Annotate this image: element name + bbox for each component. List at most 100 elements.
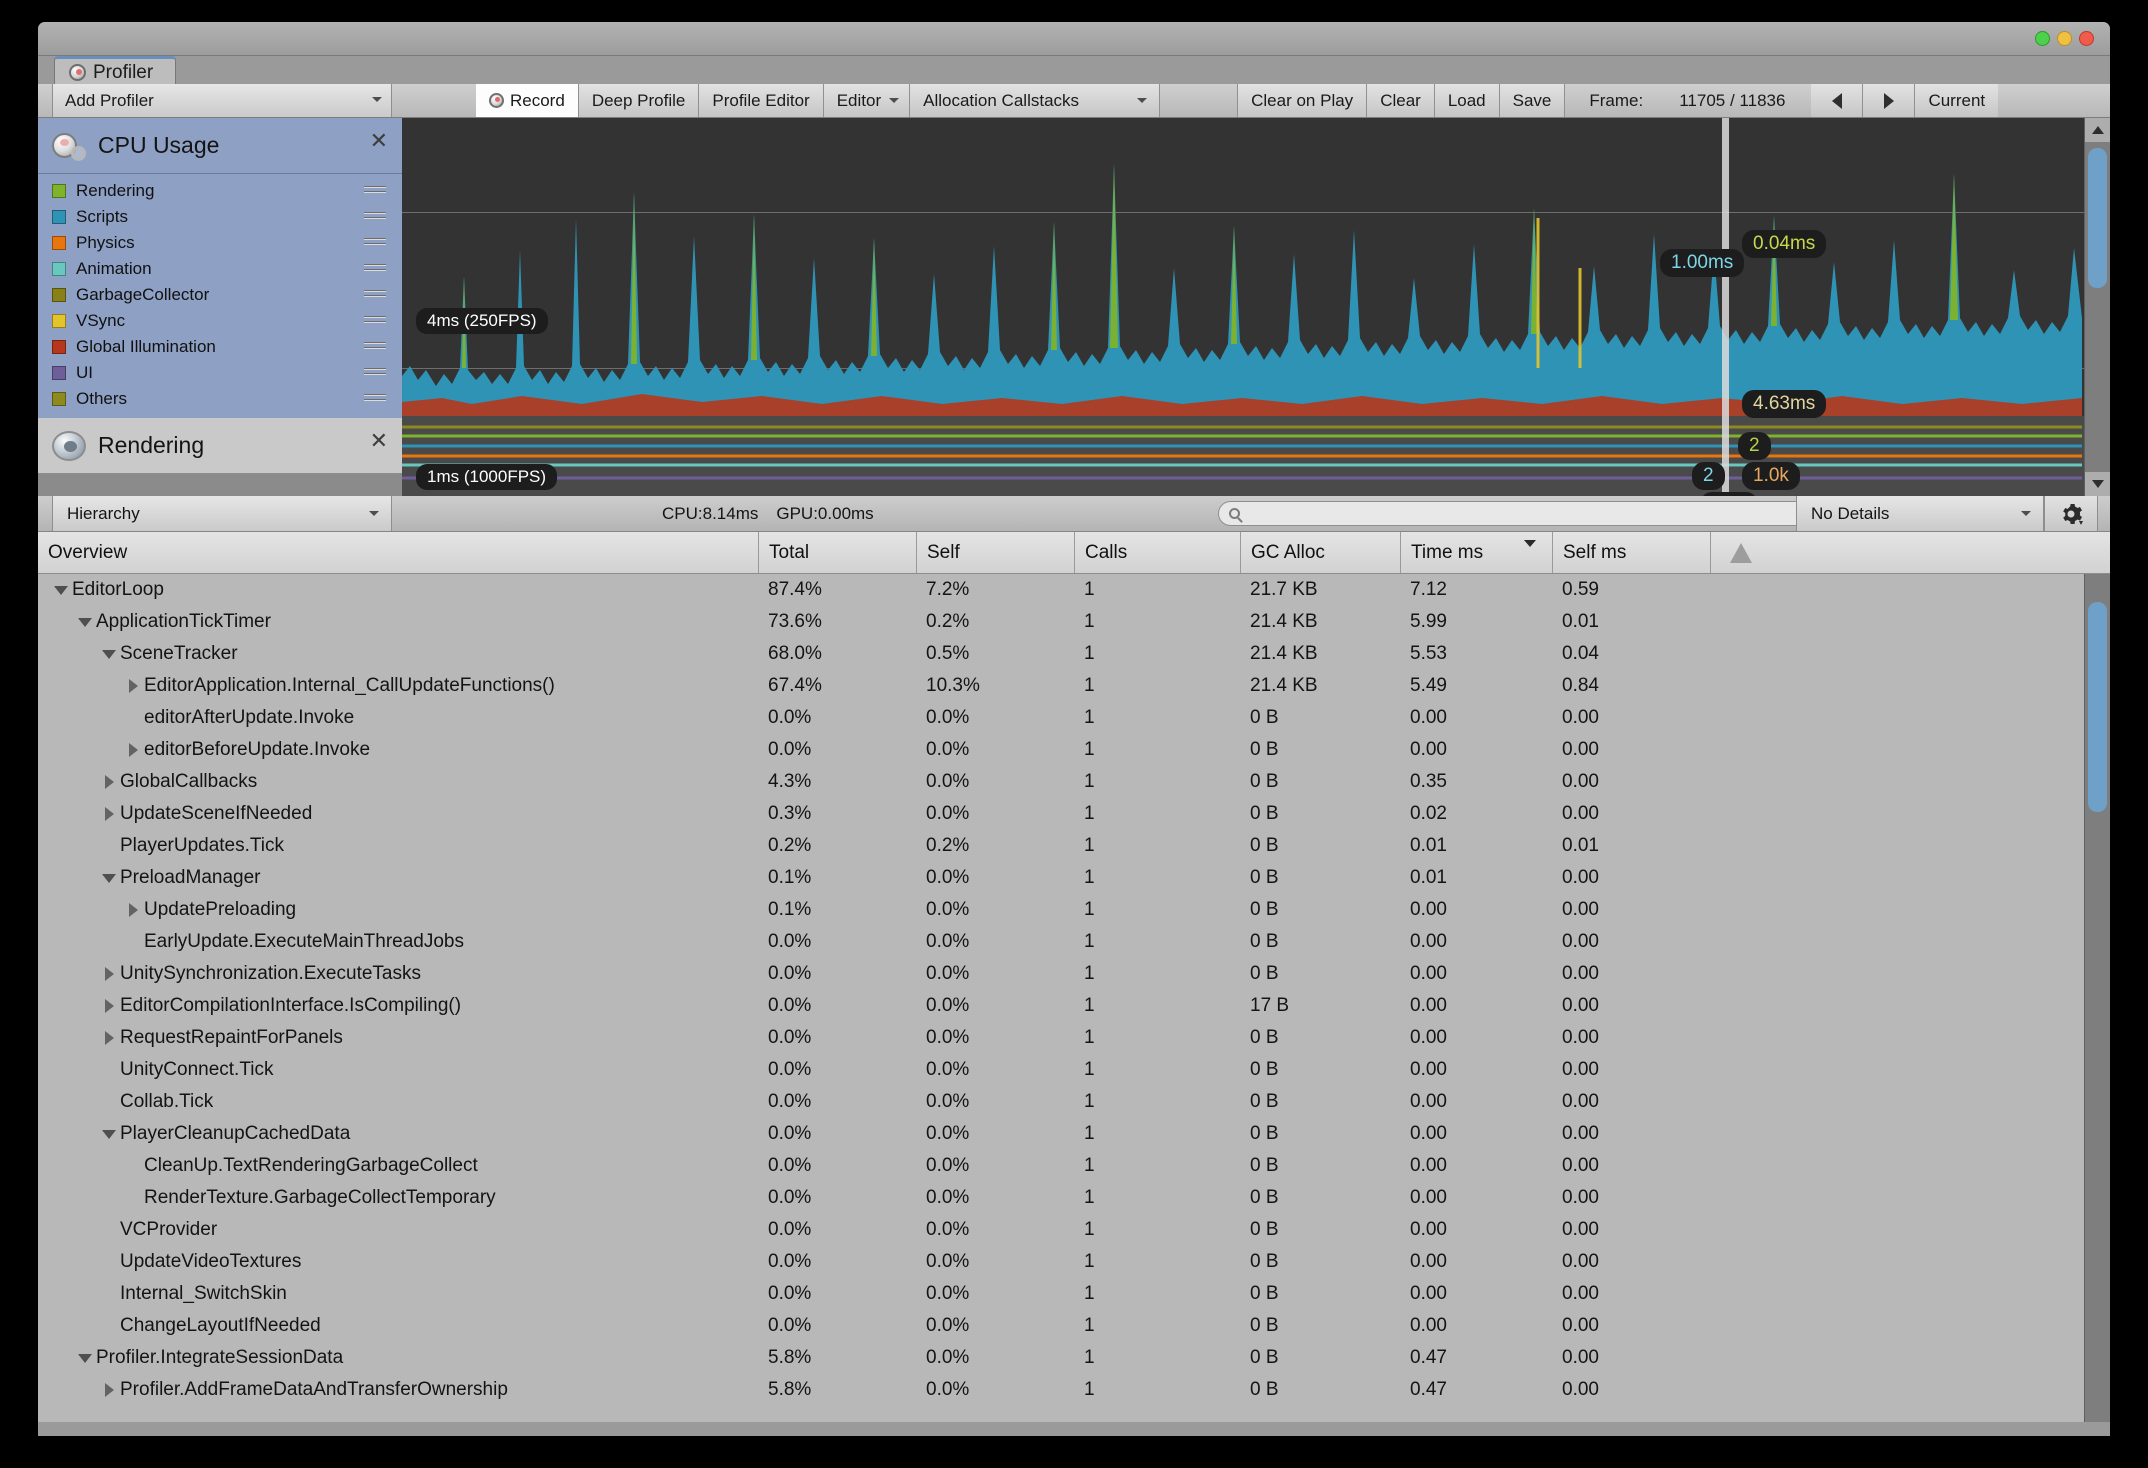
cpu-usage-graph[interactable]: 4ms (250FPS) 1ms (1000FPS) 1.00ms 0.04ms… — [402, 118, 2084, 490]
current-frame-button[interactable]: Current — [1915, 84, 1999, 117]
table-row[interactable]: ChangeLayoutIfNeeded 0.0% 0.0% 1 0 B 0.00 0.00 — [38, 1310, 2110, 1342]
chart-canvas[interactable]: 4ms (250FPS) 1ms (1000FPS) 1.00ms 0.04ms… — [402, 118, 2084, 496]
table-row[interactable]: RenderTexture.GarbageCollectTemporary 0.0… — [38, 1182, 2110, 1214]
close-icon[interactable]: ✕ — [370, 430, 388, 452]
rendering-module[interactable]: Rendering ✕ — [38, 418, 402, 474]
add-profiler-dropdown[interactable]: Add Profiler — [52, 84, 392, 117]
column-header-gc-alloc[interactable]: GC Alloc — [1240, 532, 1400, 573]
details-dropdown[interactable]: No Details — [1796, 496, 2044, 531]
drag-handle-icon[interactable] — [364, 212, 386, 222]
window-controls[interactable] — [2035, 31, 2094, 46]
legend-item-animation[interactable]: Animation — [38, 256, 402, 282]
table-row[interactable]: editorAfterUpdate.Invoke 0.0% 0.0% 1 0 B 0.00… — [38, 702, 2110, 734]
table-row[interactable]: EditorCompilationInterface.IsCompiling()… — [38, 990, 2110, 1022]
legend-item-scripts[interactable]: Scripts — [38, 204, 402, 230]
legend-item-rendering[interactable]: Rendering — [38, 178, 402, 204]
chart-scroll-thumb[interactable] — [2088, 148, 2107, 288]
scroll-up-button[interactable] — [2085, 118, 2110, 142]
twisty-toggle[interactable] — [74, 1353, 96, 1363]
table-row[interactable]: SceneTracker 68.0% 0.5% 1 21.4 KB 5.53 0.04 — [38, 638, 2110, 670]
drag-handle-icon[interactable] — [364, 342, 386, 352]
previous-frame-button[interactable] — [1811, 84, 1864, 117]
tab-profiler[interactable]: Profiler — [54, 56, 177, 86]
table-row[interactable]: UpdateVideoTextures 0.0% 0.0% 1 0 B 0.00 0.00 — [38, 1246, 2110, 1278]
table-row[interactable]: UpdatePreloading 0.1% 0.0% 1 0 B 0.00 0.00 — [38, 894, 2110, 926]
twisty-toggle[interactable] — [122, 679, 144, 693]
table-row[interactable]: EditorApplication.Internal_CallUpdateFun… — [38, 670, 2110, 702]
table-scrollbar[interactable] — [2084, 574, 2110, 1422]
twisty-toggle[interactable] — [74, 617, 96, 627]
table-row[interactable]: Profiler.AddFrameDataAndTransferOwnershi… — [38, 1374, 2110, 1406]
table-row[interactable]: RequestRepaintForPanels 0.0% 0.0% 1 0 B 0.00 0… — [38, 1022, 2110, 1054]
record-button[interactable]: Record — [476, 84, 579, 117]
minimize-button[interactable] — [2057, 31, 2072, 46]
clear-button[interactable]: Clear — [1367, 84, 1435, 117]
twisty-toggle[interactable] — [98, 1031, 120, 1045]
table-row[interactable]: Profiler.IntegrateSessionData 5.8% 0.0% 1 0 … — [38, 1342, 2110, 1374]
drag-handle-icon[interactable] — [364, 264, 386, 274]
drag-handle-icon[interactable] — [364, 368, 386, 378]
drag-handle-icon[interactable] — [364, 394, 386, 404]
column-header-time-ms[interactable]: Time ms — [1400, 532, 1552, 573]
clear-on-play-button[interactable]: Clear on Play — [1238, 84, 1368, 117]
drag-handle-icon[interactable] — [364, 238, 386, 248]
twisty-toggle[interactable] — [98, 1129, 120, 1139]
table-row[interactable]: UnityConnect.Tick 0.0% 0.0% 1 0 B 0.00 0.00 — [38, 1054, 2110, 1086]
drag-handle-icon[interactable] — [364, 290, 386, 300]
twisty-toggle[interactable] — [98, 775, 120, 789]
twisty-toggle[interactable] — [50, 585, 72, 595]
table-row[interactable]: PreloadManager 0.1% 0.0% 1 0 B 0.01 0.00 — [38, 862, 2110, 894]
deep-profile-button[interactable]: Deep Profile — [578, 84, 700, 117]
column-header-total[interactable]: Total — [758, 532, 916, 573]
table-row[interactable]: editorBeforeUpdate.Invoke 0.0% 0.0% 1 0 B 0.0… — [38, 734, 2110, 766]
search-field[interactable] — [1218, 501, 1818, 526]
table-row[interactable]: EarlyUpdate.ExecuteMainThreadJobs 0.0% 0.0… — [38, 926, 2110, 958]
table-row[interactable]: PlayerCleanupCachedData 0.0% 0.0% 1 0 B 0.00 0… — [38, 1118, 2110, 1150]
rendering-graph[interactable]: 2 2 1.0k 4.1k — [402, 416, 2084, 496]
table-scroll-thumb[interactable] — [2088, 602, 2107, 812]
profile-editor-button[interactable]: Profile Editor — [699, 84, 824, 117]
twisty-toggle[interactable] — [98, 649, 120, 659]
chart-scrollbar[interactable] — [2084, 118, 2110, 496]
drag-handle-icon[interactable] — [364, 316, 386, 326]
column-header-overview[interactable]: Overview — [38, 532, 758, 573]
next-frame-button[interactable] — [1863, 84, 1916, 117]
twisty-toggle[interactable] — [122, 903, 144, 917]
close-button[interactable] — [2079, 31, 2094, 46]
search-input[interactable] — [1248, 503, 1788, 524]
table-row[interactable]: UpdateSceneIfNeeded 0.3% 0.0% 1 0 B 0.02 0.00 — [38, 798, 2110, 830]
zoom-button[interactable] — [2035, 31, 2050, 46]
table-row[interactable]: EditorLoop 87.4% 7.2% 1 21.7 KB 7.12 0.59 — [38, 574, 2110, 606]
twisty-toggle[interactable] — [98, 807, 120, 821]
hierarchy-table[interactable]: EditorLoop 87.4% 7.2% 1 21.7 KB 7.12 0.59 Appli… — [38, 574, 2110, 1422]
twisty-toggle[interactable] — [122, 743, 144, 757]
table-row[interactable]: CleanUp.TextRenderingGarbageCollect 0.0% 0… — [38, 1150, 2110, 1182]
table-row[interactable]: GlobalCallbacks 4.3% 0.0% 1 0 B 0.35 0.00 — [38, 766, 2110, 798]
legend-item-vsync[interactable]: VSync — [38, 308, 402, 334]
legend-item-global-illumination[interactable]: Global Illumination — [38, 334, 402, 360]
column-header-self[interactable]: Self — [916, 532, 1074, 573]
settings-button[interactable] — [2044, 496, 2098, 531]
table-row[interactable]: Internal_SwitchSkin 0.0% 0.0% 1 0 B 0.00 0.00 — [38, 1278, 2110, 1310]
column-header-warnings[interactable] — [1710, 532, 1770, 573]
callstacks-dropdown[interactable]: Allocation Callstacks — [910, 84, 1161, 117]
column-header-self-ms[interactable]: Self ms — [1552, 532, 1710, 573]
twisty-toggle[interactable] — [98, 873, 120, 883]
table-row[interactable]: ApplicationTickTimer 73.6% 0.2% 1 21.4 KB 5.9… — [38, 606, 2110, 638]
target-dropdown[interactable]: Editor — [823, 84, 911, 117]
table-row[interactable]: PlayerUpdates.Tick 0.2% 0.2% 1 0 B 0.01 0.01 — [38, 830, 2110, 862]
table-row[interactable]: VCProvider 0.0% 0.0% 1 0 B 0.00 0.00 — [38, 1214, 2110, 1246]
legend-item-others[interactable]: Others — [38, 386, 402, 412]
table-row[interactable]: Collab.Tick 0.0% 0.0% 1 0 B 0.00 0.00 — [38, 1086, 2110, 1118]
twisty-toggle[interactable] — [98, 967, 120, 981]
scroll-down-button[interactable] — [2085, 472, 2110, 496]
cpu-usage-module[interactable]: CPU Usage ✕ Rendering Scripts Physics An… — [38, 118, 402, 418]
legend-item-garbagecollector[interactable]: GarbageCollector — [38, 282, 402, 308]
column-header-calls[interactable]: Calls — [1074, 532, 1240, 573]
twisty-toggle[interactable] — [98, 999, 120, 1013]
legend-item-ui[interactable]: UI — [38, 360, 402, 386]
drag-handle-icon[interactable] — [364, 186, 386, 196]
twisty-toggle[interactable] — [98, 1383, 120, 1397]
load-button[interactable]: Load — [1434, 84, 1500, 117]
close-icon[interactable]: ✕ — [370, 130, 388, 152]
